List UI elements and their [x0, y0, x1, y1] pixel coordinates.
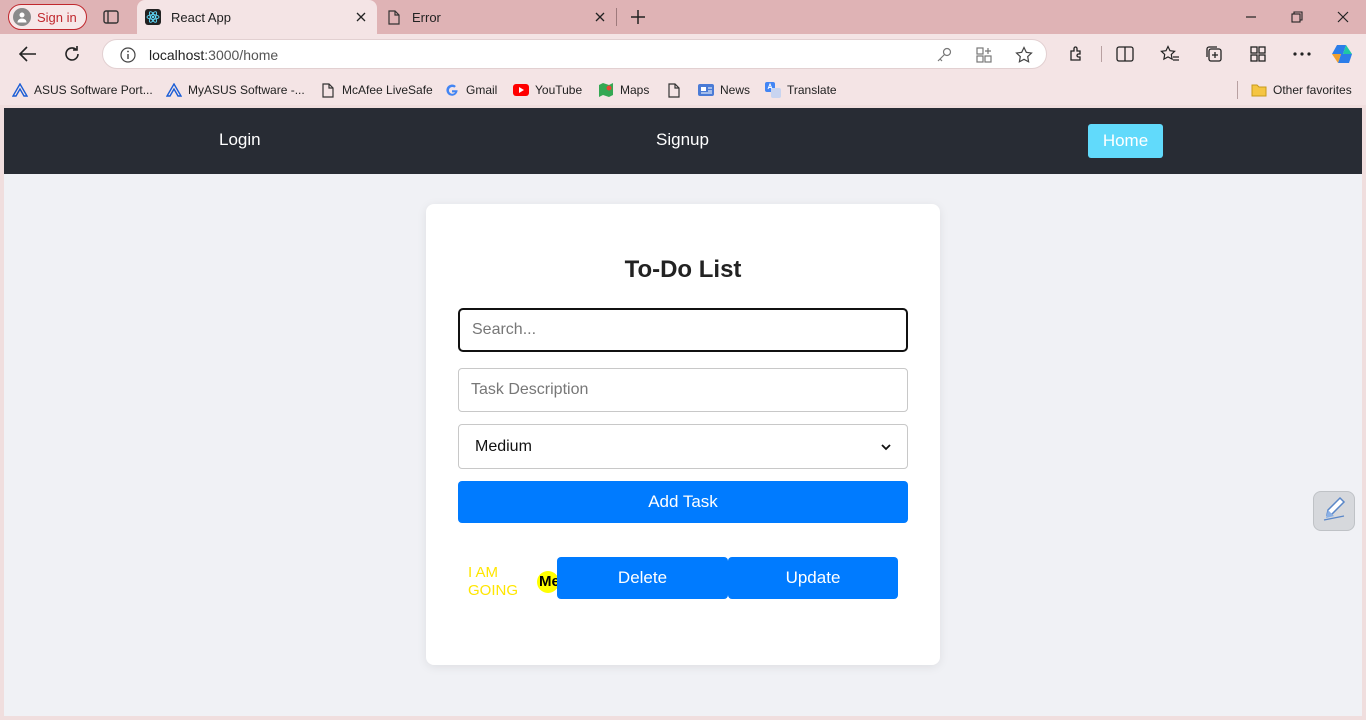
- url-host: localhost: [149, 47, 205, 63]
- google-icon: [444, 82, 460, 98]
- copilot-icon[interactable]: [1331, 42, 1355, 66]
- favorites-divider: [1237, 81, 1238, 99]
- asus-icon: [12, 82, 28, 98]
- browser-essentials-icon[interactable]: [1246, 42, 1270, 66]
- tab-actions-icon[interactable]: [100, 7, 122, 27]
- update-task-button[interactable]: Update: [728, 557, 898, 599]
- floating-tool-button[interactable]: [1313, 491, 1355, 531]
- app-available-icon[interactable]: [974, 45, 994, 65]
- favorites-icon[interactable]: [1158, 42, 1182, 66]
- favorite-mcafee-livesafe[interactable]: McAfee LiveSafe: [320, 81, 433, 99]
- extensions-icon[interactable]: [1065, 42, 1089, 66]
- address-bar[interactable]: localhost:3000/home: [102, 39, 1047, 69]
- asus-icon: [166, 82, 182, 98]
- key-icon[interactable]: [934, 45, 954, 65]
- site-info-icon[interactable]: [119, 46, 137, 64]
- close-icon[interactable]: [592, 9, 608, 25]
- page-title: To-Do List: [624, 256, 742, 283]
- pen-tool-icon: [1322, 496, 1346, 527]
- collections-icon[interactable]: [1202, 42, 1226, 66]
- add-task-button[interactable]: Add Task: [458, 481, 908, 523]
- favorite-myasus-software[interactable]: MyASUS Software -...: [166, 81, 305, 99]
- nav-login-link[interactable]: Login: [219, 130, 261, 150]
- page-icon: [320, 82, 336, 98]
- search-input[interactable]: [458, 308, 908, 352]
- favorite-label: MyASUS Software -...: [188, 83, 305, 97]
- react-icon: [145, 9, 161, 25]
- chevron-down-icon: [881, 438, 891, 456]
- profile-sign-in-button[interactable]: Sign in: [8, 4, 87, 30]
- tab-divider: [616, 8, 617, 26]
- favorite-youtube[interactable]: YouTube: [513, 81, 582, 99]
- page-icon: [386, 9, 402, 25]
- page-icon: [666, 82, 682, 98]
- favorite-label: ASUS Software Port...: [34, 83, 153, 97]
- task-description-input[interactable]: [458, 368, 908, 412]
- favorite-label: Maps: [620, 83, 650, 97]
- more-options-icon[interactable]: [1290, 42, 1314, 66]
- tab-react-app[interactable]: React App: [137, 0, 377, 34]
- minimize-icon[interactable]: [1239, 5, 1263, 29]
- profile-label: Sign in: [37, 9, 77, 25]
- page-viewport: Login Signup Home To-Do List Medium Add …: [4, 108, 1362, 716]
- favorites-bar: ASUS Software Port... MyASUS Software -.…: [0, 74, 1366, 105]
- window-close-icon[interactable]: [1331, 5, 1355, 29]
- restore-icon[interactable]: [1285, 5, 1309, 29]
- url-text[interactable]: localhost:3000/home: [149, 47, 278, 63]
- favorite-asus-software-portal[interactable]: ASUS Software Port...: [12, 81, 153, 99]
- toolbar-divider: [1101, 46, 1102, 62]
- favorite-news[interactable]: News: [698, 81, 750, 99]
- favorite-label: YouTube: [535, 83, 583, 97]
- other-favorites-folder[interactable]: Other favorites: [1251, 81, 1352, 99]
- maps-icon: [598, 82, 614, 98]
- favorite-label: Gmail: [466, 83, 498, 97]
- favorite-maps[interactable]: Maps: [598, 81, 649, 99]
- tab-error[interactable]: Error: [378, 0, 616, 34]
- nav-home-button[interactable]: Home: [1088, 124, 1163, 158]
- priority-selected-value: Medium: [475, 437, 532, 455]
- tab-title: Error: [412, 9, 441, 25]
- translate-icon: [765, 82, 781, 98]
- back-arrow-icon[interactable]: [16, 42, 40, 66]
- favorite-star-icon[interactable]: [1014, 45, 1034, 65]
- address-toolbar: localhost:3000/home: [0, 34, 1366, 74]
- split-screen-icon[interactable]: [1113, 42, 1137, 66]
- new-tab-plus-icon[interactable]: [627, 6, 649, 28]
- favorite-label: Translate: [787, 83, 837, 97]
- priority-badge: Me: [537, 571, 560, 593]
- task-item: I AM GOING Me Delete Update: [458, 557, 908, 599]
- avatar-icon: [13, 8, 31, 26]
- refresh-icon[interactable]: [60, 42, 84, 66]
- delete-task-button[interactable]: Delete: [557, 557, 728, 599]
- favorite-gmail[interactable]: Gmail: [444, 81, 497, 99]
- favorite-label: McAfee LiveSafe: [342, 83, 433, 97]
- favorite-label: News: [720, 83, 751, 97]
- news-icon: [698, 82, 714, 98]
- task-text: I AM GOING: [468, 564, 519, 599]
- youtube-icon: [513, 82, 529, 98]
- other-favorites-label: Other favorites: [1273, 83, 1352, 97]
- todo-card: To-Do List Medium Add Task I AM GOING Me…: [426, 204, 940, 665]
- folder-icon: [1251, 82, 1267, 98]
- url-path: :3000/home: [204, 47, 279, 63]
- tab-strip: Sign in React App Error: [0, 0, 1366, 34]
- close-icon[interactable]: [353, 9, 369, 25]
- favorite-translate[interactable]: Translate: [765, 81, 837, 99]
- priority-select[interactable]: Medium: [458, 424, 908, 469]
- nav-signup-link[interactable]: Signup: [656, 130, 709, 150]
- favorite-untitled-page[interactable]: [666, 81, 688, 99]
- app-navbar: Login Signup Home: [4, 108, 1362, 174]
- tab-title: React App: [171, 9, 231, 25]
